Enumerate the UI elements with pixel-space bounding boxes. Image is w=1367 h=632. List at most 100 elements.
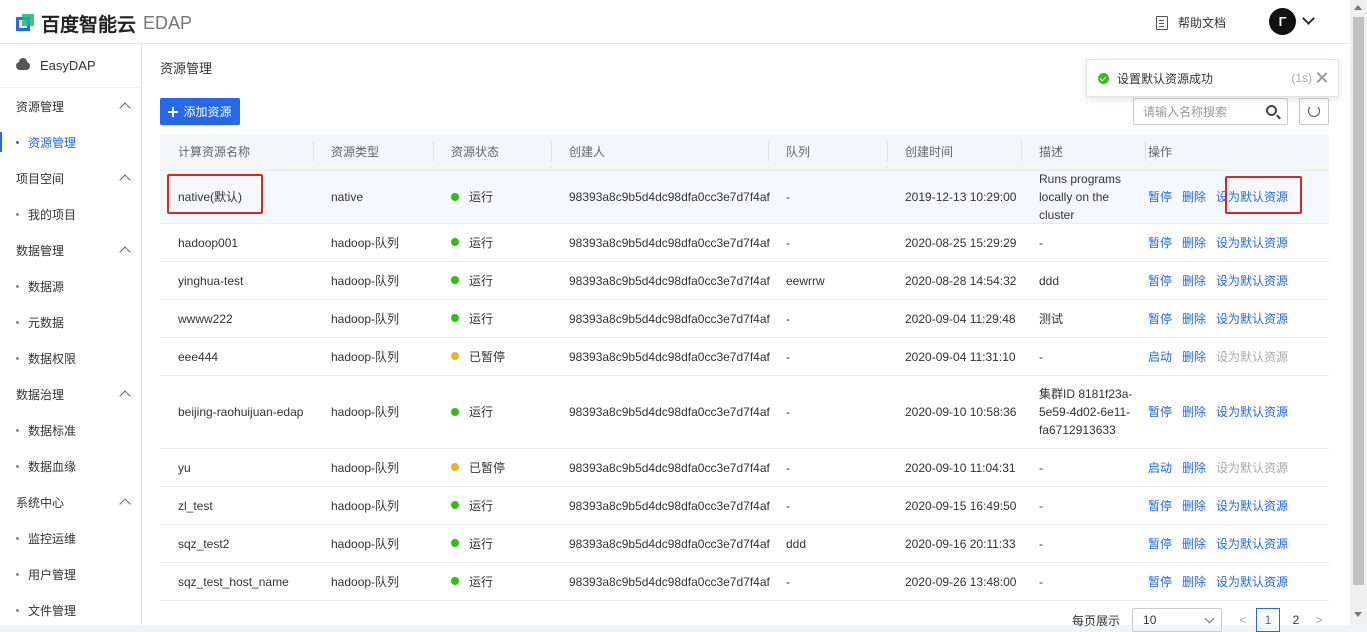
vertical-scrollbar[interactable]: [1350, 0, 1367, 625]
sidebar-item[interactable]: 我的项目: [0, 196, 141, 232]
delete-button[interactable]: 删除: [1182, 499, 1206, 513]
pause-button[interactable]: 暂停: [1148, 499, 1172, 513]
creator: 98393a8c9b5d4dc98dfa0cc3e7d7f4af: [569, 235, 770, 250]
sidebar-item[interactable]: 数据标准: [0, 412, 141, 448]
search-input[interactable]: [1134, 99, 1254, 124]
sidebar-group[interactable]: 数据治理: [0, 376, 141, 412]
set-default-button[interactable]: 设为默认资源: [1216, 236, 1288, 250]
sidebar-group[interactable]: 数据管理: [0, 232, 141, 268]
resource-table: 计算资源名称 资源类型 资源状态 创建人 队列 创建时间 描述 操作 native(默认) na…: [160, 134, 1329, 601]
sidebar-item[interactable]: 数据权限: [0, 340, 141, 376]
queue: -: [786, 190, 790, 204]
page-1-button[interactable]: 1: [1256, 608, 1281, 632]
resource-status: 运行: [433, 535, 551, 553]
chevron-down-icon[interactable]: [1302, 12, 1315, 25]
delete-button[interactable]: 删除: [1182, 190, 1206, 204]
pause-button[interactable]: 暂停: [1148, 312, 1172, 326]
search-icon[interactable]: [1266, 105, 1277, 116]
queue: -: [786, 460, 790, 475]
creator: 98393a8c9b5d4dc98dfa0cc3e7d7f4af: [569, 190, 770, 204]
bullet-icon: [16, 356, 19, 360]
sidebar-item-label: 数据权限: [28, 351, 77, 366]
description: -: [1039, 349, 1043, 364]
pause-button[interactable]: 暂停: [1148, 190, 1172, 204]
status-dot-icon: [451, 463, 459, 472]
help-docs-link[interactable]: 帮助文档: [1156, 14, 1226, 31]
success-toast: 设置默认资源成功 (1s): [1086, 59, 1339, 97]
delete-button[interactable]: 删除: [1182, 350, 1206, 364]
sidebar-item[interactable]: 数据血缘: [0, 448, 141, 484]
resource-status: 运行: [433, 272, 551, 290]
chevron-up-icon[interactable]: [119, 390, 131, 402]
pause-button[interactable]: 暂停: [1148, 537, 1172, 551]
delete-button[interactable]: 删除: [1182, 575, 1206, 589]
close-icon[interactable]: [1316, 72, 1328, 84]
pause-button[interactable]: 暂停: [1148, 236, 1172, 250]
delete-button[interactable]: 删除: [1182, 461, 1206, 475]
chevron-up-icon[interactable]: [119, 174, 131, 186]
set-default-button[interactable]: 设为默认资源: [1216, 405, 1288, 419]
main-content: 资源管理 添加资源 计算资源名称 资源类型资源状态创建人队列创建时间描述操作 na…: [142, 44, 1350, 632]
delete-button[interactable]: 删除: [1182, 405, 1206, 419]
table-row: beijing-raohuijuan-edap hadoop-队列 运行 98393a…: [160, 376, 1329, 449]
resource-type: hadoop-队列: [331, 536, 400, 551]
sidebar-item[interactable]: 用户管理: [0, 556, 141, 592]
queue: -: [786, 498, 790, 513]
table-row: sqz_test2 hadoop-队列 运行 98393a8c9b5d4dc98dfa…: [160, 525, 1329, 563]
status-dot-icon: [451, 276, 459, 285]
pause-button[interactable]: 暂停: [1148, 575, 1172, 589]
set-default-button: 设为默认资源: [1216, 349, 1289, 364]
delete-button[interactable]: 删除: [1182, 312, 1206, 326]
sidebar-item[interactable]: 元数据: [0, 304, 141, 340]
sidebar-item-label: 我的项目: [28, 207, 77, 222]
bullet-icon: [16, 212, 19, 216]
start-button[interactable]: 启动: [1148, 461, 1172, 475]
sidebar-app-title[interactable]: EasyDAP: [0, 44, 141, 88]
scroll-up-arrow[interactable]: [1354, 5, 1362, 10]
sidebar-group[interactable]: 系统中心: [0, 484, 141, 520]
sidebar-group[interactable]: 资源管理: [0, 88, 141, 124]
add-resource-button[interactable]: 添加资源: [160, 98, 240, 125]
resource-status: 运行: [433, 188, 551, 206]
page-size-select[interactable]: 10: [1132, 608, 1223, 632]
set-default-button[interactable]: 设为默认资源: [1216, 274, 1288, 288]
delete-button[interactable]: 删除: [1182, 274, 1206, 288]
set-default-button[interactable]: 设为默认资源: [1216, 312, 1288, 326]
resource-name: eee444: [178, 349, 219, 364]
bullet-icon: [16, 608, 19, 612]
sidebar-item[interactable]: 数据源: [0, 268, 141, 304]
scroll-down-arrow[interactable]: [1354, 612, 1362, 617]
sidebar-item[interactable]: 资源管理: [0, 124, 141, 160]
scrollbar-thumb[interactable]: [1353, 17, 1364, 585]
status-text: 运行: [469, 190, 494, 204]
creator: 98393a8c9b5d4dc98dfa0cc3e7d7f4af: [569, 349, 770, 364]
avatar[interactable]: Γ: [1269, 8, 1296, 35]
queue: -: [786, 235, 790, 250]
set-default-button[interactable]: 设为默认资源: [1216, 499, 1288, 513]
resource-status: 运行: [433, 234, 551, 252]
sidebar-item[interactable]: 文件管理: [0, 592, 141, 628]
start-button[interactable]: 启动: [1148, 350, 1172, 364]
row-actions: 启动 删除 设为默认资源: [1145, 348, 1329, 366]
column-header: 资源状态: [433, 141, 551, 161]
pause-button[interactable]: 暂停: [1148, 274, 1172, 288]
queue: -: [786, 311, 790, 326]
chevron-up-icon[interactable]: [119, 498, 131, 510]
chevron-up-icon[interactable]: [119, 246, 131, 258]
creator: 98393a8c9b5d4dc98dfa0cc3e7d7f4af: [569, 311, 770, 326]
pause-button[interactable]: 暂停: [1148, 405, 1172, 419]
set-default-button[interactable]: 设为默认资源: [1216, 537, 1288, 551]
brand-logo[interactable]: 百度智能云 EDAP: [16, 10, 192, 37]
table-row: native(默认) native 运行 98393a8c9b5d4dc98dfa0c…: [160, 171, 1329, 224]
chevron-up-icon[interactable]: [119, 102, 131, 114]
resource-type: hadoop-队列: [331, 574, 400, 589]
set-default-button[interactable]: 设为默认资源: [1216, 575, 1288, 589]
sidebar-group[interactable]: 项目空间: [0, 160, 141, 196]
table-row: wwww222 hadoop-队列 运行 98393a8c9b5d4dc98dfa0c…: [160, 300, 1329, 338]
sidebar-item[interactable]: 监控运维: [0, 520, 141, 556]
delete-button[interactable]: 删除: [1182, 537, 1206, 551]
page-2-button[interactable]: 2: [1284, 608, 1308, 632]
delete-button[interactable]: 删除: [1182, 236, 1206, 250]
set-default-button[interactable]: 设为默认资源: [1216, 190, 1288, 204]
refresh-button[interactable]: [1299, 98, 1329, 125]
